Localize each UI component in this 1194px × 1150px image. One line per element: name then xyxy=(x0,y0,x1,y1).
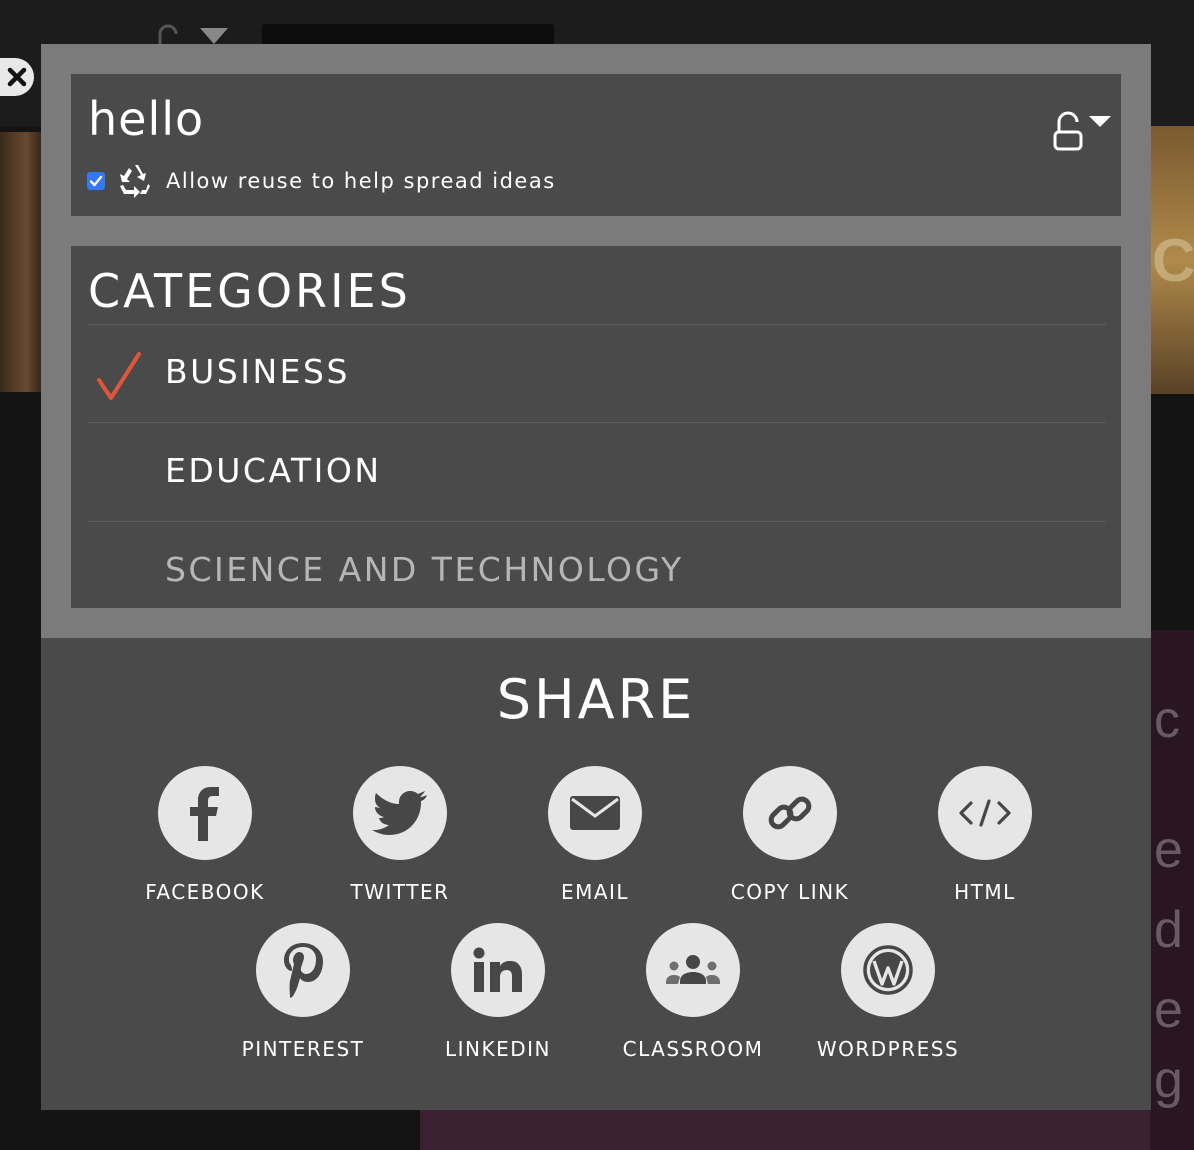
share-label: CLASSROOM xyxy=(622,1037,764,1061)
pinterest-icon xyxy=(284,943,323,998)
recycle-icon xyxy=(116,162,154,200)
email-icon xyxy=(570,796,620,830)
wordpress-icon xyxy=(863,945,913,995)
share-dialog: hello Allow reuse to help spread ideas C… xyxy=(41,44,1151,1110)
share-label: PINTEREST xyxy=(241,1037,365,1061)
presentation-title[interactable]: hello xyxy=(88,92,204,146)
reuse-checkbox[interactable] xyxy=(87,172,105,190)
share-classroom-button[interactable]: CLASSROOM xyxy=(603,923,783,1061)
privacy-dropdown[interactable] xyxy=(1051,110,1113,154)
share-label: EMAIL xyxy=(560,880,630,904)
classroom-icon xyxy=(666,955,720,984)
background-unlock-icon xyxy=(158,24,228,44)
background-thumbnail-left xyxy=(0,132,44,392)
share-label: WORDPRESS xyxy=(816,1037,960,1061)
share-label: COPY LINK xyxy=(730,880,850,904)
category-science-and-technology[interactable]: SCIENCE AND TECHNOLOGY xyxy=(87,522,1106,608)
wordpress-button-circle xyxy=(841,923,935,1017)
share-section: SHARE FACEBOOK TWITTER EMAIL COPY LINK H… xyxy=(41,638,1151,1110)
categories-panel: CATEGORIES BUSINESS EDUCATION SCIENCE AN… xyxy=(71,246,1121,608)
title-panel: hello Allow reuse to help spread ideas xyxy=(71,74,1121,216)
share-label: FACEBOOK xyxy=(145,880,265,904)
category-label: SCIENCE AND TECHNOLOGY xyxy=(165,550,684,589)
reuse-label: Allow reuse to help spread ideas xyxy=(166,169,556,193)
share-twitter-button[interactable]: TWITTER xyxy=(310,766,490,904)
background-slide-right: c e d e g xyxy=(1150,630,1194,1150)
chevron-down-icon xyxy=(1089,116,1111,127)
share-html-button[interactable]: HTML xyxy=(895,766,1075,904)
checkmark-icon xyxy=(89,175,103,187)
email-button-circle xyxy=(548,766,642,860)
unlock-icon xyxy=(1053,111,1083,151)
html-button-circle xyxy=(938,766,1032,860)
share-heading: SHARE xyxy=(496,668,696,731)
check-icon xyxy=(97,352,141,400)
close-icon xyxy=(7,67,27,87)
share-facebook-button[interactable]: FACEBOOK xyxy=(115,766,295,904)
copy-link-button-circle xyxy=(743,766,837,860)
classroom-button-circle xyxy=(646,923,740,1017)
link-icon xyxy=(768,796,812,830)
share-linkedin-button[interactable]: LINKEDIN xyxy=(408,923,588,1061)
linkedin-button-circle xyxy=(451,923,545,1017)
share-copy-link-button[interactable]: COPY LINK xyxy=(700,766,880,904)
share-label: HTML xyxy=(954,880,1016,904)
pinterest-button-circle xyxy=(256,923,350,1017)
twitter-button-circle xyxy=(353,766,447,860)
share-wordpress-button[interactable]: WORDPRESS xyxy=(798,923,978,1061)
code-icon xyxy=(959,799,1011,827)
share-pinterest-button[interactable]: PINTEREST xyxy=(213,923,393,1061)
category-business[interactable]: BUSINESS xyxy=(87,324,1106,422)
background-thumbnail-right: CK xyxy=(1150,126,1194,394)
twitter-icon xyxy=(372,791,427,835)
share-label: TWITTER xyxy=(350,880,450,904)
linkedin-icon xyxy=(473,947,522,992)
background-slide-bottom xyxy=(420,1110,1150,1150)
share-email-button[interactable]: EMAIL xyxy=(505,766,685,904)
reuse-option: Allow reuse to help spread ideas xyxy=(87,165,556,198)
category-education[interactable]: EDUCATION xyxy=(87,423,1106,521)
share-label: LINKEDIN xyxy=(444,1037,551,1061)
categories-heading: CATEGORIES xyxy=(88,264,411,318)
category-label: EDUCATION xyxy=(165,451,382,490)
facebook-button-circle xyxy=(158,766,252,860)
facebook-icon xyxy=(190,787,219,841)
category-label: BUSINESS xyxy=(165,352,350,391)
